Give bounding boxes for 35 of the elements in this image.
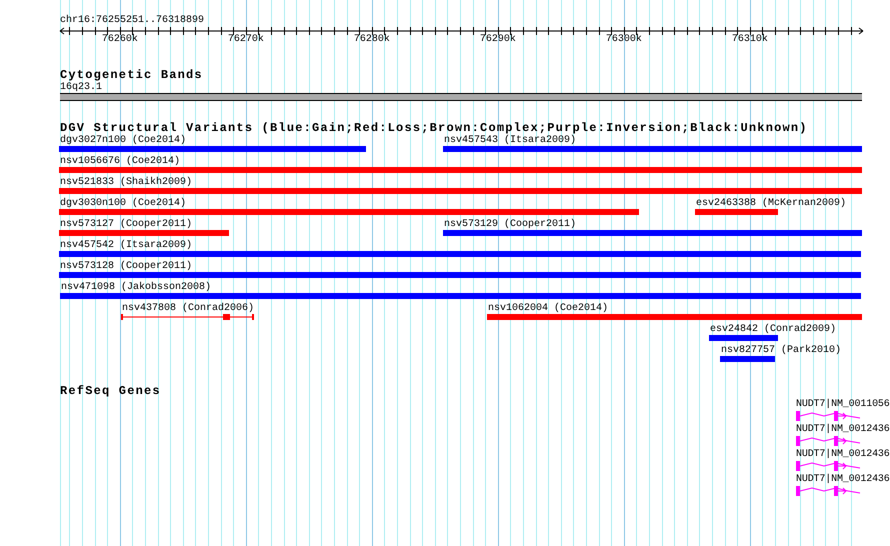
variant-label: esv24842 (Conrad2009) bbox=[710, 324, 836, 335]
gene-label: NUDT7|NM_0012436 bbox=[796, 424, 890, 435]
variant-label: nsv1056676 (Coe2014) bbox=[60, 156, 180, 167]
gene-model-drawing[interactable] bbox=[796, 485, 862, 497]
variant-label: nsv827757 (Park2010) bbox=[721, 345, 842, 356]
gene-model-drawing[interactable] bbox=[796, 435, 862, 447]
track-title: Cytogenetic Bands bbox=[60, 68, 203, 82]
variant-label: nsv573129 (Cooper2011) bbox=[444, 219, 576, 230]
tick-label: 76260k bbox=[102, 34, 138, 46]
band-label: 16q23.1 bbox=[60, 82, 102, 93]
track-title: RefSeq Genes bbox=[60, 384, 161, 398]
variant-label: nsv573127 (Cooper2011) bbox=[60, 219, 192, 230]
gene-label: NUDT7|NM_0011056 bbox=[796, 399, 890, 410]
gene-model-drawing[interactable] bbox=[796, 410, 862, 422]
gene-model-drawing[interactable] bbox=[796, 460, 862, 472]
tick-label: 76310k bbox=[732, 34, 768, 46]
gene-label: NUDT7|NM_0012436 bbox=[796, 474, 890, 485]
variant-bar[interactable] bbox=[121, 313, 254, 321]
variant-label: esv2463388 (McKernan2009) bbox=[696, 198, 846, 209]
track-title: DGV Structural Variants (Blue:Gain;Red:Loss;Brown:Complex;Purple:Inversion;Black:Unknown) bbox=[60, 121, 808, 135]
variant-label: nsv521833 (Shaikh2009) bbox=[60, 177, 192, 188]
tick-label: 76270k bbox=[228, 34, 264, 46]
gene-label: NUDT7|NM_0012436 bbox=[796, 449, 890, 460]
variant-label: nsv457543 (Itsara2009) bbox=[444, 135, 576, 146]
tick-label: 76300k bbox=[606, 34, 642, 46]
variant-label: dgv3027n100 (Coe2014) bbox=[60, 135, 186, 146]
variant-label: nsv457542 (Itsara2009) bbox=[60, 240, 192, 251]
variant-label: nsv1062004 (Coe2014) bbox=[488, 303, 608, 314]
tick-label: 76290k bbox=[480, 34, 516, 46]
location-label: chr16:76255251..76318899 bbox=[60, 15, 204, 27]
variant-label: nsv573128 (Cooper2011) bbox=[60, 261, 192, 272]
tick-label: 76280k bbox=[354, 34, 390, 46]
variant-label: dgv3030n100 (Coe2014) bbox=[60, 198, 186, 209]
variant-label: nsv437808 (Conrad2006) bbox=[122, 303, 254, 314]
variant-label: nsv471098 (Jakobsson2008) bbox=[61, 282, 212, 293]
